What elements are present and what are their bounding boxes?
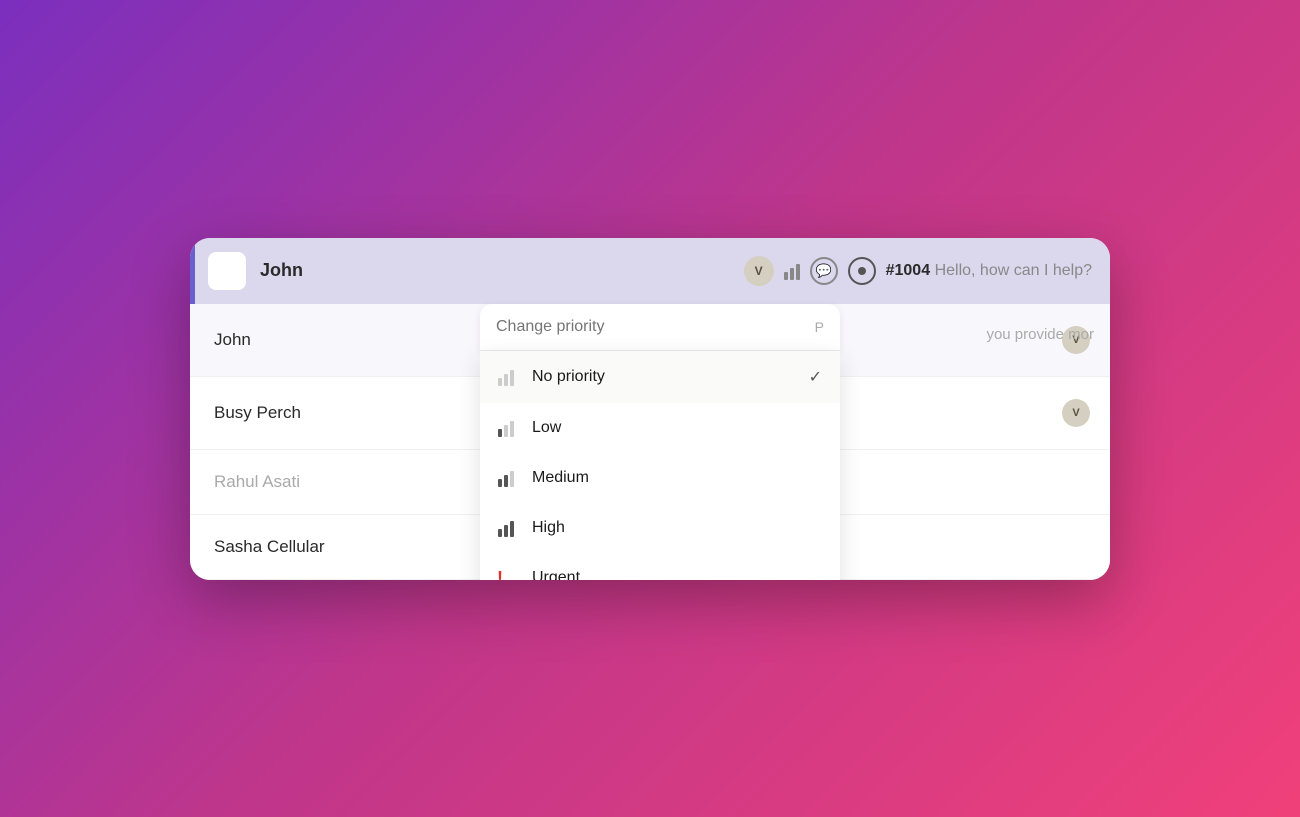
- checkmark-icon: ✓: [809, 367, 822, 387]
- high-priority-icon: [498, 519, 520, 537]
- priority-label: Urgent: [532, 569, 822, 580]
- ticket-message: Hello, how can I help?: [935, 262, 1092, 279]
- priority-label: Low: [532, 419, 822, 437]
- assignee-badge: V: [1062, 399, 1090, 427]
- priority-dropdown: P No priority ✓ Low: [480, 304, 840, 580]
- urgent-priority-icon: !: [498, 569, 520, 580]
- bars-icon[interactable]: [784, 262, 800, 280]
- header-contact-name: John: [260, 260, 730, 281]
- chat-icon[interactable]: 💬: [810, 257, 838, 285]
- medium-priority-icon: [498, 469, 520, 487]
- search-shortcut: P: [815, 319, 824, 335]
- preview-text: you provide mor: [986, 326, 1094, 343]
- ticket-id: #1004: [886, 262, 931, 279]
- dropdown-search-bar[interactable]: P: [480, 304, 840, 351]
- priority-label: No priority: [532, 368, 797, 386]
- priority-option-high[interactable]: High: [480, 503, 840, 553]
- low-priority-icon: [498, 419, 520, 437]
- priority-menu: No priority ✓ Low Medium: [480, 351, 840, 580]
- avatar-square: [208, 252, 246, 290]
- target-icon[interactable]: [848, 257, 876, 285]
- header-row: John V 💬 #1004 Hello, how can I help?: [190, 238, 1110, 304]
- priority-option-medium[interactable]: Medium: [480, 453, 840, 503]
- priority-label: Medium: [532, 469, 822, 487]
- no-priority-icon: [498, 368, 520, 386]
- left-accent: [190, 238, 195, 304]
- main-card: John V 💬 #1004 Hello, how can I help? Jo…: [190, 238, 1110, 580]
- priority-search-input[interactable]: [496, 318, 815, 336]
- priority-option-low[interactable]: Low: [480, 403, 840, 453]
- priority-option-no-priority[interactable]: No priority ✓: [480, 351, 840, 403]
- right-preview: you provide mor: [970, 326, 1110, 344]
- priority-label: High: [532, 519, 822, 537]
- priority-option-urgent[interactable]: ! Urgent: [480, 553, 840, 580]
- content-area: John V Busy Perch V Rahul Asati Sasha Ce…: [190, 304, 1110, 580]
- agent-badge[interactable]: V: [744, 256, 774, 286]
- ticket-info: #1004 Hello, how can I help?: [886, 262, 1092, 280]
- header-icons: V 💬 #1004 Hello, how can I help?: [744, 256, 1092, 286]
